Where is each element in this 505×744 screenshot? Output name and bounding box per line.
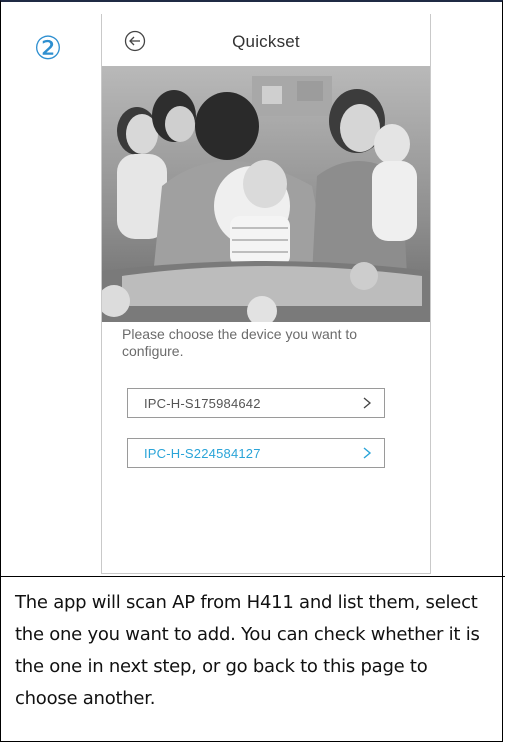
device-name: IPC-H-S175984642 [144,396,261,411]
phone-screen: Quickset Please choose the device you wa… [101,14,431,574]
device-list-item-selected[interactable]: IPC-H-S224584127 [127,438,385,468]
device-list-item[interactable]: IPC-H-S175984642 [127,388,385,418]
device-name: IPC-H-S224584127 [144,446,261,461]
device-prompt: Please choose the device you want to con… [122,326,358,359]
hero-photo [102,66,430,322]
nav-bar: Quickset [102,14,430,66]
chevron-right-icon [363,447,372,459]
frame-divider [0,576,505,577]
chevron-right-icon [363,397,372,409]
page-title: Quickset [232,32,300,51]
family-photo-image [102,66,430,322]
step-number-marker: ② [33,29,63,67]
instruction-caption: The app will scan AP from H411 and list … [15,592,480,709]
